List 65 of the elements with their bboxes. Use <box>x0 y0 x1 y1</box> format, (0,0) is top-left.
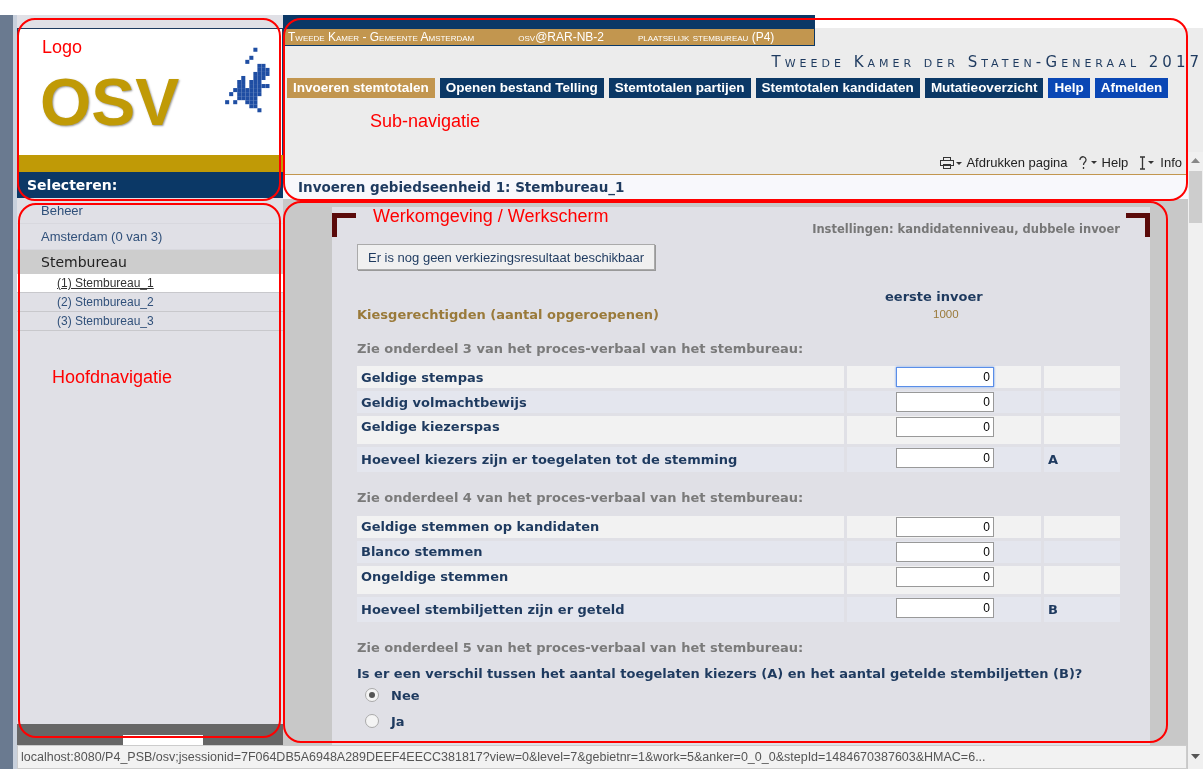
nav-tab[interactable]: Help <box>1048 78 1090 98</box>
number-field[interactable]: 0 <box>896 367 994 388</box>
table-cell: A <box>1044 447 1120 473</box>
table-cell: Geldige stempas <box>357 366 844 389</box>
sidebar-item[interactable]: Beheer <box>17 198 283 224</box>
table-cell: Hoeveel stembiljetten zijn er geteld <box>357 596 844 622</box>
section-heading: Zie onderdeel 5 van het proces-verbaal van het stembureau: <box>357 638 805 657</box>
cursor-icon[interactable] <box>1138 156 1157 170</box>
number-field[interactable]: 0 <box>896 417 994 438</box>
text-field[interactable] <box>123 735 203 745</box>
table-cell: Geldige kiezerspas <box>357 416 844 445</box>
logo-text: OSV <box>40 69 180 135</box>
eligible-label: Kiesgerechtigden (aantal opgeroepenen) <box>357 306 660 324</box>
section-heading: Zie onderdeel 3 van het proces-verbaal van het stembureau: <box>357 339 805 358</box>
nav-tab[interactable]: Openen bestand Telling <box>439 78 604 98</box>
eligible-value: 1000 <box>933 307 959 323</box>
info-text: plaatselijk stembureau (P4) <box>638 29 775 46</box>
annotation-label: Logo <box>42 38 83 56</box>
printer-icon[interactable] <box>940 157 963 169</box>
number-field[interactable]: 0 <box>896 516 994 537</box>
scrollbar[interactable] <box>1188 152 1203 769</box>
status-bar: localhost:8080/P4_PSB/osv;jsessionid=7F064DB5A6948A289DEEF4EECC381817?view=0&level=7&gebietnr=1&work=5&anker=0_0_0&stepId=1484670387603&HMAC=6... <box>17 745 1187 769</box>
option-label: Ja <box>391 712 405 731</box>
info-text: Tweede Kamer - Gemeente Amsterdam <box>288 29 475 46</box>
toolbar-link[interactable]: Help <box>1101 153 1129 173</box>
breadcrumb: Invoeren gebiedseenheid 1: Stembureau_1 <box>298 177 625 198</box>
nav-tab[interactable]: Afmelden <box>1094 78 1169 98</box>
corner-bracket-icon <box>332 213 356 237</box>
table-cell: Geldige stemmen op kandidaten <box>357 515 844 538</box>
table-cell: Hoeveel kiezers zijn er toegelaten tot de stemming <box>357 447 844 473</box>
sidebar-group[interactable]: Stembureau <box>17 250 283 274</box>
toolbar-link[interactable]: Info <box>1160 153 1182 173</box>
number-field[interactable]: 0 <box>896 566 994 587</box>
nav-tab[interactable]: Stemtotalen kandidaten <box>755 78 920 98</box>
option-label: Nee <box>391 686 420 705</box>
section-heading: Zie onderdeel 4 van het proces-verbaal van het stembureau: <box>357 489 805 508</box>
toolbar-link[interactable]: Afdrukken pagina <box>966 153 1068 173</box>
scrollbar-thumb[interactable] <box>1189 171 1202 223</box>
number-field[interactable]: 0 <box>896 597 994 618</box>
column-heading: eerste invoer <box>885 288 983 307</box>
annotation-label: Werkomgeving / Werkscherm <box>373 207 609 225</box>
number-field[interactable]: 0 <box>896 541 994 562</box>
table-cell: Geldig volmachtbewijs <box>357 391 844 414</box>
annotation-label: Hoofdnavigatie <box>52 368 173 386</box>
sidebar-subitem[interactable]: (3) Stembureau_3 <box>57 312 154 330</box>
number-field[interactable]: 0 <box>896 448 994 469</box>
sidebar-heading: Selecteren: <box>17 172 283 198</box>
settings-text: Instellingen: kandidatenniveau, dubbele invoer <box>812 221 1120 238</box>
scroll-down-icon[interactable] <box>1191 754 1200 759</box>
question-icon[interactable] <box>1077 156 1098 170</box>
table-cell: B <box>1044 596 1120 622</box>
result-button[interactable]: Er is nog geen verkiezingsresultaat beschikbaar <box>357 244 656 271</box>
radio-button[interactable] <box>365 714 379 729</box>
question-text: Is er een verschil tussen het aantal toegelaten kiezers (A) en het aantal getelde stembiljetten (B)? <box>357 665 1084 683</box>
sidebar-subitem[interactable]: (2) Stembureau_2 <box>57 293 154 311</box>
table-cell: Ongeldige stemmen <box>357 565 844 594</box>
table-cell: Blanco stemmen <box>357 540 844 563</box>
radio-button[interactable] <box>365 688 379 703</box>
nav-tab[interactable]: Stemtotalen partijen <box>608 78 751 98</box>
number-field[interactable]: 0 <box>896 392 994 413</box>
scroll-up-icon[interactable] <box>1191 158 1200 163</box>
corner-bracket-icon <box>1126 213 1150 237</box>
nav-tab[interactable]: Mutatieoverzicht <box>924 78 1044 98</box>
info-text: osv@RAR-NB-2 <box>518 29 604 46</box>
annotation-label: Sub-navigatie <box>370 112 481 130</box>
